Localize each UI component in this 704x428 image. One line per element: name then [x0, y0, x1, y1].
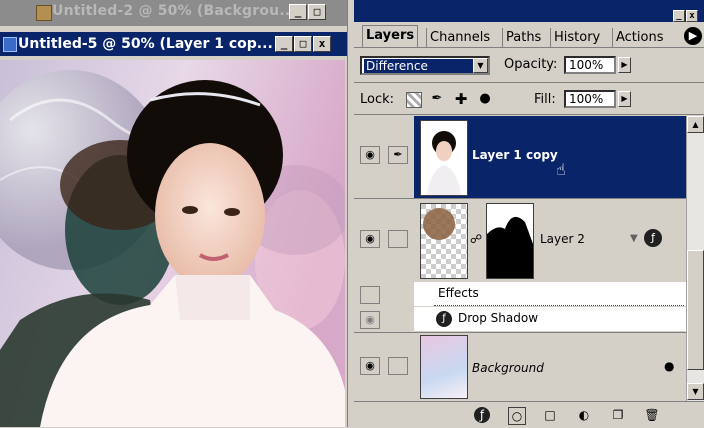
effects-row[interactable]: Effects [414, 282, 686, 306]
palette-menu-button[interactable]: ▶ [684, 27, 702, 45]
maximize-button[interactable]: □ [308, 4, 326, 20]
eye-icon[interactable]: ◉ [360, 230, 380, 248]
link-slot[interactable] [388, 357, 408, 375]
trash-icon[interactable]: 🗑 [644, 407, 660, 423]
palette-bottom-toolbar: ƒ ○ □ ◐ ❐ 🗑 [354, 401, 704, 428]
palette-tabs: Layers Channels Paths History Actions ▶ [354, 25, 704, 48]
close-button[interactable]: x [313, 36, 331, 52]
document-icon [3, 37, 17, 52]
palette-minimize-button[interactable]: _ [673, 10, 685, 22]
eye-icon[interactable]: ◉ [360, 357, 380, 375]
hand-cursor-icon: ☝ [556, 160, 566, 179]
image-canvas[interactable] [0, 60, 345, 427]
brush-icon[interactable]: ✒ [388, 146, 408, 164]
drop-shadow-eye-icon[interactable]: ◉ [360, 311, 380, 329]
tab-divider [354, 47, 704, 48]
layers-palette: _ x Layers Channels Paths History Actions… [354, 0, 704, 428]
layer-name[interactable]: Layer 1 copy [472, 148, 558, 162]
fill-slider-button[interactable]: ▶ [618, 91, 631, 107]
document-icon [36, 5, 52, 21]
back-window-buttons: _ □ [288, 4, 326, 23]
layer-mask-image [487, 216, 533, 278]
link-slot[interactable] [388, 230, 408, 248]
layer-row-layer-2[interactable]: ◉ ☍ Layer 2 ▼ ƒ [354, 199, 686, 281]
layers-scrollbar[interactable]: ▲ ▼ [686, 116, 704, 401]
collapse-triangle-icon[interactable]: ▼ [630, 233, 638, 244]
layer-row-layer-1-copy[interactable]: ◉ ✒ Layer 1 copy ☝ [354, 116, 686, 198]
opacity-label: Opacity: [504, 57, 558, 72]
effects-visibility-slot[interactable] [360, 286, 380, 304]
minimize-button[interactable]: _ [289, 4, 307, 20]
document-titlebar[interactable]: Untitled-5 @ 50% (Layer 1 cop... _ □ x [0, 32, 347, 56]
layer-thumbnail-image [423, 208, 455, 240]
active-document-window: Untitled-5 @ 50% (Layer 1 cop... _ □ x [0, 32, 347, 427]
chevron-down-icon[interactable]: ▼ [473, 58, 488, 73]
lock-position-move-icon[interactable]: ✚ [454, 92, 468, 107]
effect-fx-icon: ƒ [436, 311, 452, 327]
layers-list: ◉ ✒ Layer 1 copy ☝ ◉ ☍ Layer 2 ▼ ƒ Effec… [354, 116, 686, 401]
opacity-slider-button[interactable]: ▶ [618, 57, 631, 73]
tab-channels[interactable]: Channels [426, 28, 493, 47]
layer-thumbnail[interactable] [420, 120, 468, 196]
add-layer-style-icon[interactable]: ƒ [474, 407, 490, 423]
palette-close-button[interactable]: x [686, 10, 698, 22]
effects-dotted-divider [434, 305, 684, 306]
lock-all-padlock-icon[interactable]: ● [478, 92, 492, 106]
opacity-input[interactable]: 100% [564, 56, 616, 74]
maximize-button[interactable]: □ [294, 36, 312, 52]
tab-paths[interactable]: Paths [502, 28, 544, 47]
list-top-divider [354, 114, 704, 115]
lock-icon: ● [664, 359, 675, 373]
new-layer-icon[interactable]: ❐ [610, 407, 626, 423]
scroll-down-button[interactable]: ▼ [687, 383, 704, 400]
lock-pixels-brush-icon[interactable]: ✒ [430, 92, 444, 106]
palette-titlebar[interactable]: _ x [354, 0, 704, 22]
effects-label: Effects [438, 286, 479, 300]
options-divider [354, 82, 704, 83]
eye-icon[interactable]: ◉ [360, 146, 380, 164]
chain-link-icon[interactable]: ☍ [470, 232, 482, 246]
tab-layers[interactable]: Layers [362, 25, 419, 48]
drop-shadow-row[interactable]: ƒ Drop Shadow [414, 307, 686, 331]
blend-mode-value: Difference [364, 59, 474, 73]
create-adjustment-layer-icon[interactable]: ◐ [576, 407, 592, 423]
tab-actions[interactable]: Actions [612, 28, 667, 47]
lock-transparency-icon[interactable] [406, 92, 422, 108]
scroll-thumb[interactable] [687, 250, 704, 370]
layer-name[interactable]: Layer 2 [540, 232, 585, 246]
scroll-up-button[interactable]: ▲ [687, 116, 704, 133]
fill-label: Fill: [534, 92, 556, 107]
layer-thumbnail[interactable] [420, 203, 468, 279]
drop-shadow-label: Drop Shadow [458, 311, 539, 325]
document-title: Untitled-5 @ 50% (Layer 1 cop... [18, 36, 273, 52]
layer-name[interactable]: Background [472, 361, 544, 375]
background-document-window[interactable]: Untitled-2 @ 50% (Backgrou... _ □ [0, 0, 352, 26]
new-group-folder-icon[interactable]: □ [542, 407, 558, 423]
back-window-title: Untitled-2 @ 50% (Backgrou... [52, 3, 296, 19]
lock-label: Lock: [360, 92, 395, 107]
tab-history[interactable]: History [550, 28, 603, 47]
blend-mode-select[interactable]: Difference ▼ [360, 56, 490, 75]
fill-input[interactable]: 100% [564, 90, 616, 108]
minimize-button[interactable]: _ [275, 36, 293, 52]
add-mask-icon[interactable]: ○ [508, 407, 526, 425]
layer-style-fx-icon[interactable]: ƒ [644, 229, 662, 247]
layer-thumbnail[interactable] [420, 335, 468, 399]
layer-thumbnail-image [421, 121, 467, 195]
photo-composite [0, 60, 345, 427]
layer-row-background[interactable]: ◉ Background ● [354, 333, 686, 401]
layer-mask-thumbnail[interactable] [486, 203, 534, 279]
